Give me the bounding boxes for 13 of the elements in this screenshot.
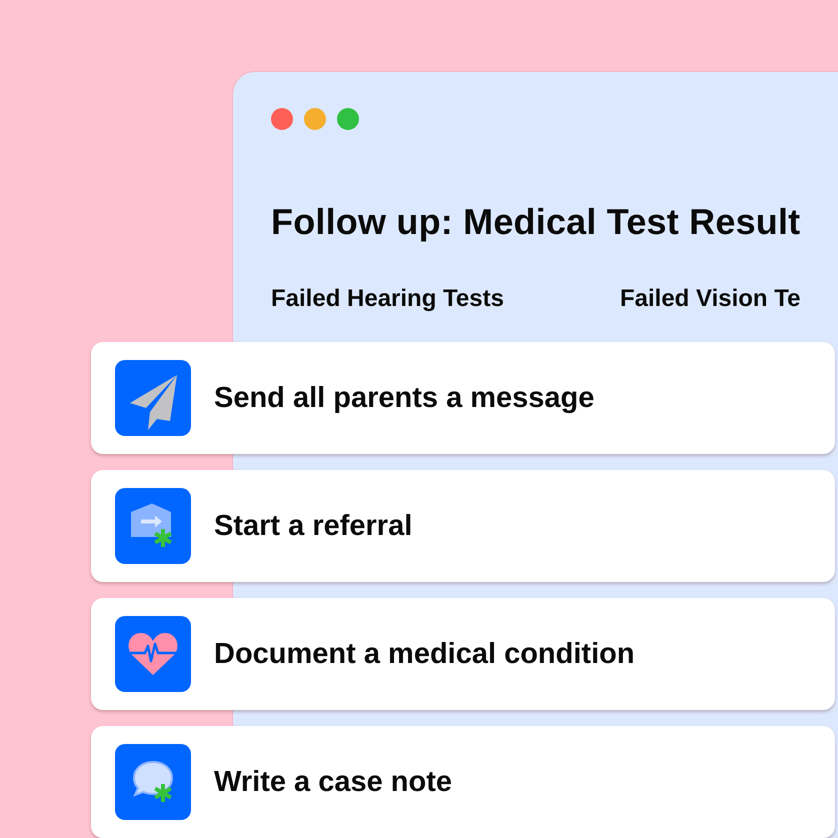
window-dot-icon[interactable] [271,108,293,130]
speech-bubble-icon [115,744,191,820]
paper-plane-icon [115,360,191,436]
action-card[interactable]: Send all parents a message [91,342,835,454]
action-card[interactable]: Document a medical condition [91,598,835,710]
window-dot-icon[interactable] [337,108,359,130]
window-dot-icon[interactable] [304,108,326,130]
tab[interactable]: Failed Hearing Tests [271,284,504,313]
heart-pulse-icon [115,616,191,692]
action-card[interactable]: Start a referral [91,470,835,582]
tab[interactable]: Failed Vision Te [620,284,800,313]
action-card[interactable]: Write a case note [91,726,835,838]
window-title: Follow up: Medical Test Result [271,200,802,243]
